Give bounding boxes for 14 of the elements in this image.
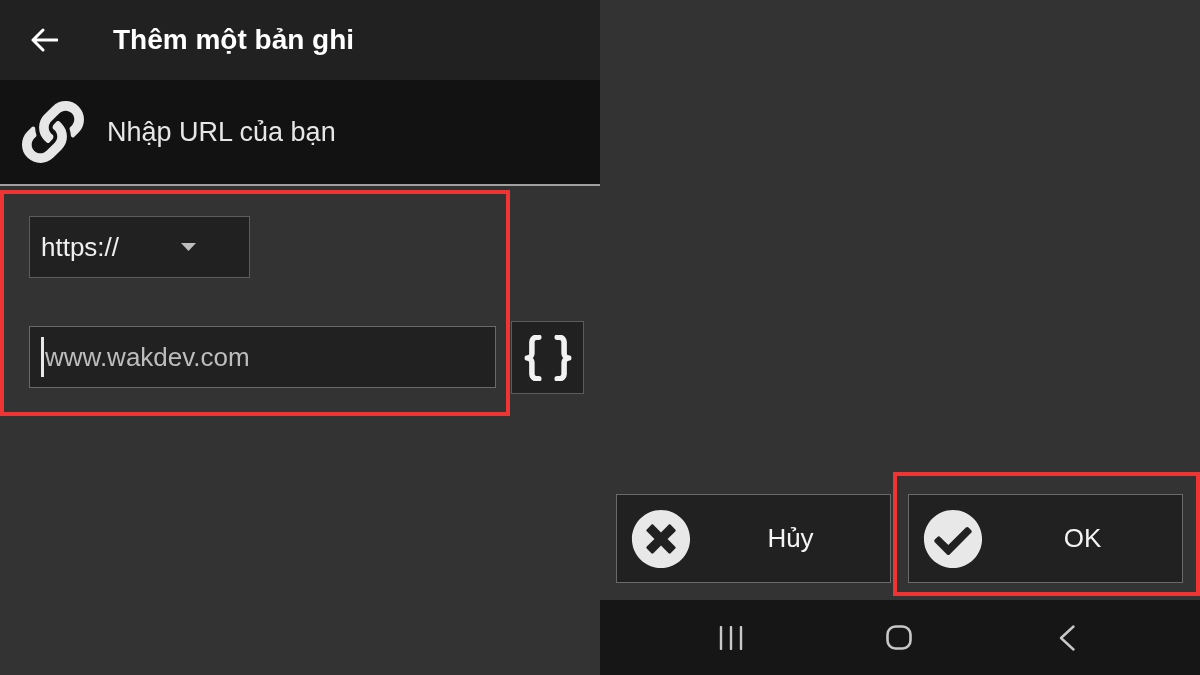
dropdown-caret-icon	[181, 243, 196, 251]
recent-apps-icon[interactable]	[719, 625, 743, 650]
back-arrow-icon[interactable]	[30, 28, 58, 52]
url-hint-text: Nhập URL của bạn	[107, 116, 336, 148]
braces-icon	[523, 334, 572, 381]
scheme-dropdown[interactable]: https://	[29, 216, 250, 278]
screen-title: Thêm một bản ghi	[113, 24, 355, 56]
ok-button[interactable]: OK	[908, 494, 1183, 583]
url-input-field[interactable]: www.wakdev.com	[29, 326, 496, 388]
back-chevron-icon[interactable]	[1059, 624, 1075, 651]
home-icon[interactable]	[886, 625, 912, 650]
cancel-button[interactable]: Hủy	[616, 494, 891, 583]
braces-button[interactable]	[511, 321, 584, 394]
chain-link-icon	[22, 101, 84, 163]
